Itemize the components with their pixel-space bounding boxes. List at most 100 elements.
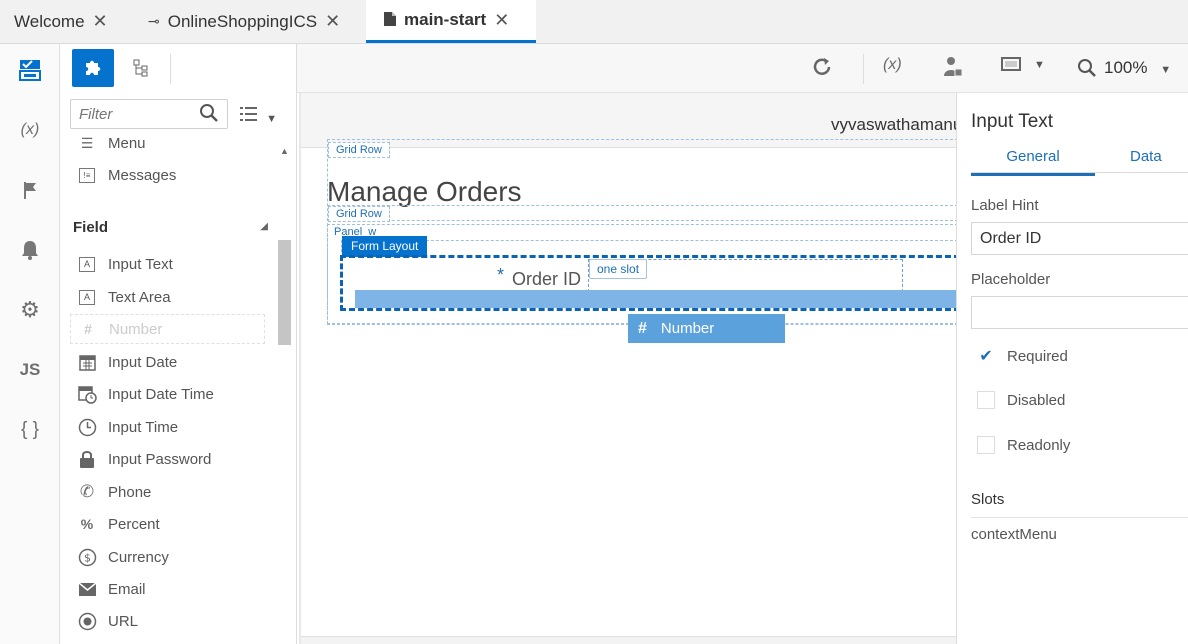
filter-field[interactable] (70, 99, 228, 129)
messages-icon: !≡ (76, 165, 98, 185)
lock-icon (76, 449, 98, 469)
scrollbar-thumb[interactable] (278, 240, 291, 345)
palette-item-label: URL (108, 612, 139, 630)
page-designer-icon[interactable] (0, 50, 60, 90)
palette-item-text-area[interactable]: A Text Area (70, 282, 270, 312)
palette-item-input-time[interactable]: Input Time (70, 412, 270, 442)
property-inspector: Input Text General Data Label Hint Order… (956, 93, 1188, 644)
readonly-label: Readonly (1007, 436, 1071, 454)
grid-row-outline (327, 205, 958, 221)
component-palette: ▼ ☰ Menu !≡ Messages Field ◢ A Input Tex… (60, 44, 297, 644)
slot-item-context-menu[interactable]: contextMenu (971, 526, 1057, 543)
tab-label: main-start (404, 10, 487, 29)
refresh-icon[interactable] (811, 56, 833, 83)
javascript-icon[interactable]: JS (0, 350, 60, 390)
row-outline (341, 240, 958, 252)
currency-icon: $ (76, 547, 98, 567)
zoom-dropdown[interactable]: 100% ▼ (1104, 58, 1171, 78)
readonly-checkbox[interactable]: Readonly (977, 436, 1070, 454)
disabled-checkbox[interactable]: Disabled (977, 391, 1065, 409)
palette-item-menu[interactable]: ☰ Menu (70, 136, 270, 158)
service-connection-icon: ⊸ (148, 13, 160, 29)
chevron-down-icon: ▼ (266, 113, 278, 125)
grid-row-tag[interactable]: Grid Row (328, 142, 390, 158)
calendar-clock-icon (76, 384, 98, 404)
required-marker: * (497, 265, 505, 285)
close-icon[interactable]: ✕ (325, 11, 340, 32)
checkbox-box[interactable] (977, 391, 995, 409)
bell-icon[interactable] (0, 230, 60, 270)
list-icon (240, 107, 257, 121)
palette-item-messages[interactable]: !≡ Messages (70, 160, 270, 190)
palette-item-label: Phone (108, 483, 152, 501)
filter-input[interactable] (71, 100, 191, 128)
placeholder-input[interactable] (971, 296, 1188, 329)
design-canvas[interactable]: vyvaswathamanu Grid Row Manage Orders Gr… (299, 93, 962, 644)
palette-scrollbar[interactable]: ▲ (276, 142, 293, 644)
close-icon[interactable]: ✕ (494, 10, 509, 31)
palette-item-number[interactable]: # Number (70, 314, 265, 344)
tab-general[interactable]: General (971, 148, 1095, 176)
tab-data[interactable]: Data (1130, 148, 1162, 165)
drop-indicator (355, 290, 960, 308)
palette-item-email[interactable]: Email (70, 574, 270, 604)
required-checkbox[interactable]: ✔ Required (977, 347, 1068, 366)
palette-item-input-text[interactable]: A Input Text (70, 249, 270, 279)
scroll-up-icon[interactable]: ▲ (280, 146, 289, 156)
number-icon: # (84, 321, 92, 337)
required-label: Required (1007, 347, 1068, 365)
chevron-down-icon: ▼ (1160, 64, 1172, 76)
checkmark-icon[interactable]: ✔ (977, 347, 995, 365)
flag-icon[interactable] (0, 170, 60, 210)
variables-icon[interactable]: (x) (883, 56, 902, 74)
palette-item-label: Messages (108, 166, 177, 184)
page-icon (384, 11, 396, 29)
text-area-icon: A (76, 287, 98, 307)
label-hint-label: Label Hint (971, 197, 1039, 214)
grid-row-tag[interactable]: Grid Row (328, 206, 390, 222)
tab-main-start[interactable]: main-start ✕ (366, 0, 536, 43)
palette-item-input-date-time[interactable]: Input Date Time (70, 379, 270, 409)
palette-item-input-date[interactable]: Input Date (70, 347, 270, 377)
structure-button[interactable] (120, 49, 162, 87)
order-id-label: Order ID (512, 269, 582, 289)
one-slot-tag[interactable]: one slot (589, 259, 648, 279)
palette-item-url[interactable]: URL (70, 606, 270, 636)
palette-item-label: Percent (108, 515, 160, 533)
inspector-title: Input Text (971, 111, 1054, 132)
palette-item-percent[interactable]: % Percent (70, 509, 270, 539)
list-view-dropdown[interactable]: ▼ (240, 106, 277, 126)
tab-label: OnlineShoppingICS (167, 11, 318, 31)
label-hint-input[interactable]: Order ID (971, 222, 1188, 255)
close-icon[interactable]: ✕ (93, 11, 108, 32)
user-roles-icon[interactable] (943, 56, 963, 83)
divider (971, 517, 1188, 518)
form-layout-tag[interactable]: Form Layout (342, 236, 428, 257)
divider (170, 54, 171, 84)
tab-welcome[interactable]: Welcome ✕ (14, 0, 108, 43)
json-icon[interactable]: { } (0, 410, 60, 450)
palette-item-input-password[interactable]: Input Password (70, 444, 270, 474)
inspector-tabs: General Data (971, 145, 1188, 176)
dragged-number-component[interactable]: # Number (628, 314, 785, 343)
left-rail: (x) ⚙ JS { } (0, 44, 60, 644)
tab-onlineshoppingics[interactable]: ⊸ OnlineShoppingICS ✕ (148, 0, 340, 43)
calendar-icon (76, 352, 98, 372)
variables-icon[interactable]: (x) (0, 110, 60, 150)
components-button[interactable] (72, 49, 114, 87)
device-preview-dropdown[interactable]: ▼ (1001, 56, 1045, 77)
palette-section-field[interactable]: Field ◢ (73, 219, 268, 236)
palette-item-label: Input Text (108, 255, 173, 273)
search-icon[interactable] (199, 103, 219, 128)
palette-item-phone[interactable]: ✆ Phone (70, 477, 270, 507)
slots-heading: Slots (971, 491, 1005, 508)
email-icon (76, 579, 98, 599)
puzzle-icon (86, 60, 101, 75)
chevron-down-icon: ▼ (1034, 59, 1045, 71)
section-label: Field (73, 219, 109, 236)
palette-item-currency[interactable]: $ Currency (70, 542, 270, 572)
gear-icon[interactable]: ⚙ (0, 290, 60, 330)
user-name: vyvaswathamanu (831, 115, 963, 134)
palette-item-label: Text Area (108, 288, 171, 306)
checkbox-box[interactable] (977, 436, 995, 454)
